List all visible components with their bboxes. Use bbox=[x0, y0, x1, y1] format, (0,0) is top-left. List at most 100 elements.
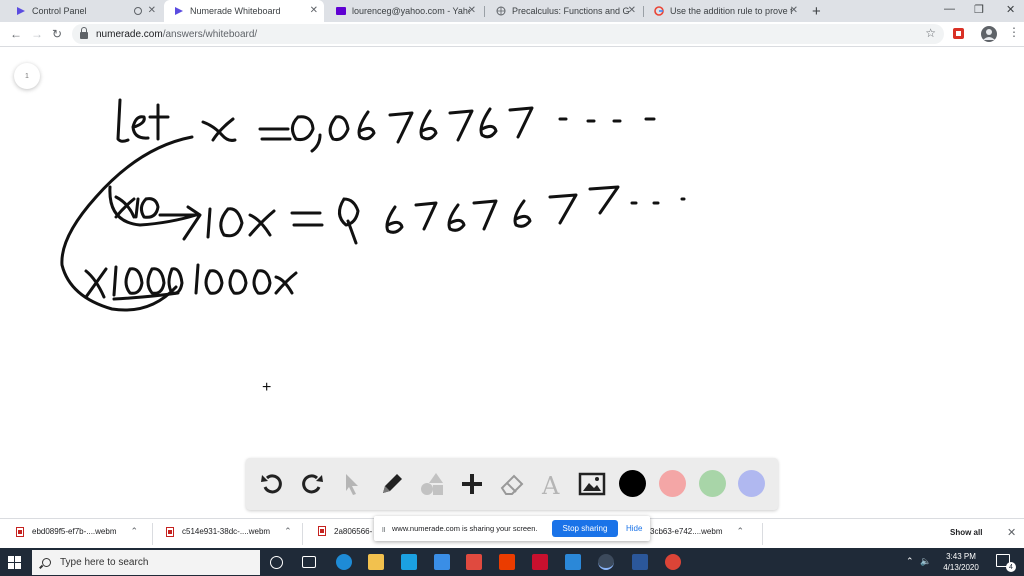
tab-precalculus[interactable]: Precalculus: Functions and Graph ✕ bbox=[486, 0, 642, 22]
tab-divider bbox=[484, 6, 485, 17]
chrome-active-icon[interactable] bbox=[598, 554, 614, 570]
new-tab-icon[interactable]: + bbox=[812, 3, 821, 20]
handwriting-line-2 bbox=[108, 185, 686, 245]
chevron-up-icon[interactable]: ⌃ bbox=[131, 526, 139, 537]
tab-title: Numerade Whiteboard bbox=[190, 6, 281, 16]
extension-icon[interactable] bbox=[952, 27, 965, 45]
tab-close-icon[interactable]: ✕ bbox=[148, 5, 156, 16]
divider bbox=[152, 523, 153, 545]
mail-icon[interactable] bbox=[434, 554, 450, 570]
window-close-icon[interactable]: ✕ bbox=[1006, 3, 1015, 16]
numerade-icon bbox=[16, 6, 26, 16]
color-swatch-lavender[interactable] bbox=[738, 470, 765, 497]
crosshair-cursor-icon: + bbox=[262, 379, 272, 396]
tab-control-panel[interactable]: Control Panel ✕ bbox=[6, 0, 162, 22]
download-item[interactable]: 2a806566- bbox=[318, 526, 372, 536]
whiteboard-canvas[interactable]: 1 + bbox=[0, 47, 1024, 518]
file-icon bbox=[318, 526, 326, 536]
url-domain: numerade.com bbox=[96, 28, 163, 40]
tab-numerade-whiteboard[interactable]: Numerade Whiteboard ✕ bbox=[164, 0, 324, 22]
taskbar: Type here to search ⌃ 🔈 3:43 PM 4/13/202… bbox=[0, 548, 1024, 576]
color-swatch-black[interactable] bbox=[619, 470, 646, 497]
notification-badge: 4 bbox=[1006, 562, 1016, 572]
screen: Control Panel ✕ Numerade Whiteboard ✕ lo… bbox=[0, 0, 1024, 576]
download-item[interactable]: c514e931-38dc-....webm ⌃ bbox=[166, 526, 292, 537]
yahoo-mail-icon bbox=[336, 6, 346, 16]
file-icon bbox=[166, 526, 174, 537]
tab-yahoo-mail[interactable]: lourenceg@yahoo.com - Yahoo ✕ bbox=[326, 0, 482, 22]
google-icon bbox=[654, 6, 664, 16]
restore-icon[interactable]: ❐ bbox=[974, 3, 984, 16]
download-item[interactable]: 3cb63-e742....webm ⌃ bbox=[650, 526, 744, 537]
svg-text:A: A bbox=[541, 472, 560, 498]
image-icon[interactable] bbox=[578, 470, 606, 498]
recording-icon bbox=[134, 7, 142, 15]
photos-icon[interactable] bbox=[565, 554, 581, 570]
office-icon[interactable] bbox=[499, 554, 515, 570]
tab-close-icon[interactable]: ✕ bbox=[468, 5, 476, 16]
show-all-button[interactable]: Show all bbox=[950, 528, 982, 537]
reload-icon[interactable]: ↻ bbox=[52, 27, 62, 41]
chevron-up-icon[interactable]: ⌃ bbox=[906, 556, 914, 567]
divider bbox=[302, 523, 303, 545]
tab-strip: Control Panel ✕ Numerade Whiteboard ✕ lo… bbox=[0, 0, 1024, 22]
minimize-icon[interactable]: — bbox=[944, 3, 955, 15]
edge-icon[interactable] bbox=[336, 554, 352, 570]
file-explorer-icon[interactable] bbox=[368, 554, 384, 570]
divider bbox=[762, 523, 763, 545]
color-swatch-green[interactable] bbox=[699, 470, 726, 497]
color-swatch-pink[interactable] bbox=[659, 470, 686, 497]
tab-close-icon[interactable]: ✕ bbox=[310, 5, 318, 16]
tab-close-icon[interactable]: ✕ bbox=[790, 5, 798, 16]
globe-icon bbox=[496, 6, 506, 16]
handwriting-line-3 bbox=[84, 263, 298, 301]
hide-button[interactable]: Hide bbox=[626, 524, 642, 533]
tab-close-icon[interactable]: ✕ bbox=[628, 5, 636, 16]
undo-icon[interactable] bbox=[258, 470, 286, 498]
eraser-icon[interactable] bbox=[498, 470, 526, 498]
shapes-icon[interactable] bbox=[418, 470, 446, 498]
download-item[interactable]: ebd089f5-ef7b-....webm ⌃ bbox=[16, 526, 138, 537]
url-path: /answers/whiteboard/ bbox=[162, 28, 258, 40]
chevron-up-icon[interactable]: ⌃ bbox=[284, 526, 292, 537]
redo-icon[interactable] bbox=[298, 470, 326, 498]
cortana-icon[interactable] bbox=[270, 556, 283, 569]
search-icon bbox=[42, 558, 51, 567]
chrome-icon[interactable] bbox=[665, 554, 681, 570]
search-placeholder: Type here to search bbox=[60, 557, 149, 568]
download-filename: ebd089f5-ef7b-....webm bbox=[32, 527, 117, 536]
download-filename: 3cb63-e742....webm bbox=[650, 527, 723, 536]
add-icon[interactable] bbox=[458, 470, 486, 498]
pointer-icon[interactable] bbox=[338, 470, 366, 498]
lync-icon[interactable] bbox=[401, 554, 417, 570]
download-filename: c514e931-38dc-....webm bbox=[182, 527, 271, 536]
forward-icon[interactable]: → bbox=[31, 27, 43, 41]
speaker-icon[interactable]: 🔈 bbox=[920, 556, 931, 567]
share-message: www.numerade.com is sharing your screen. bbox=[392, 524, 538, 533]
tab-google-search[interactable]: Use the addition rule to prove th ✕ bbox=[644, 0, 804, 22]
app-red-icon[interactable] bbox=[466, 554, 482, 570]
url-text: numerade.com/answers/whiteboard/ bbox=[96, 29, 257, 40]
omnibox[interactable]: numerade.com/answers/whiteboard/ ☆ bbox=[72, 24, 944, 44]
chevron-up-icon[interactable]: ⌃ bbox=[737, 526, 745, 537]
whiteboard-toolbar: A bbox=[246, 458, 778, 510]
tab-title: Use the addition rule to prove th bbox=[670, 6, 792, 16]
close-shelf-icon[interactable]: ✕ bbox=[1007, 526, 1016, 539]
drag-handle-icon[interactable]: ॥ bbox=[381, 524, 386, 535]
clock[interactable]: 3:43 PM 4/13/2020 bbox=[936, 551, 986, 573]
taskbar-search[interactable]: Type here to search bbox=[32, 550, 260, 575]
mcafee-icon[interactable] bbox=[532, 554, 548, 570]
avatar[interactable] bbox=[980, 25, 998, 48]
lock-icon bbox=[80, 27, 88, 39]
bookmark-star-icon[interactable]: ☆ bbox=[925, 26, 936, 40]
menu-icon[interactable]: ⋮ bbox=[1008, 25, 1020, 39]
back-icon[interactable]: ← bbox=[10, 27, 22, 41]
task-view-icon[interactable] bbox=[302, 556, 316, 568]
handwriting bbox=[60, 98, 686, 312]
handwriting-line-1 bbox=[116, 98, 656, 153]
windows-start-icon[interactable] bbox=[8, 556, 21, 569]
stop-sharing-button[interactable]: Stop sharing bbox=[552, 520, 618, 537]
text-icon[interactable]: A bbox=[538, 470, 566, 500]
pen-icon[interactable] bbox=[378, 470, 406, 498]
word-icon[interactable] bbox=[632, 554, 648, 570]
